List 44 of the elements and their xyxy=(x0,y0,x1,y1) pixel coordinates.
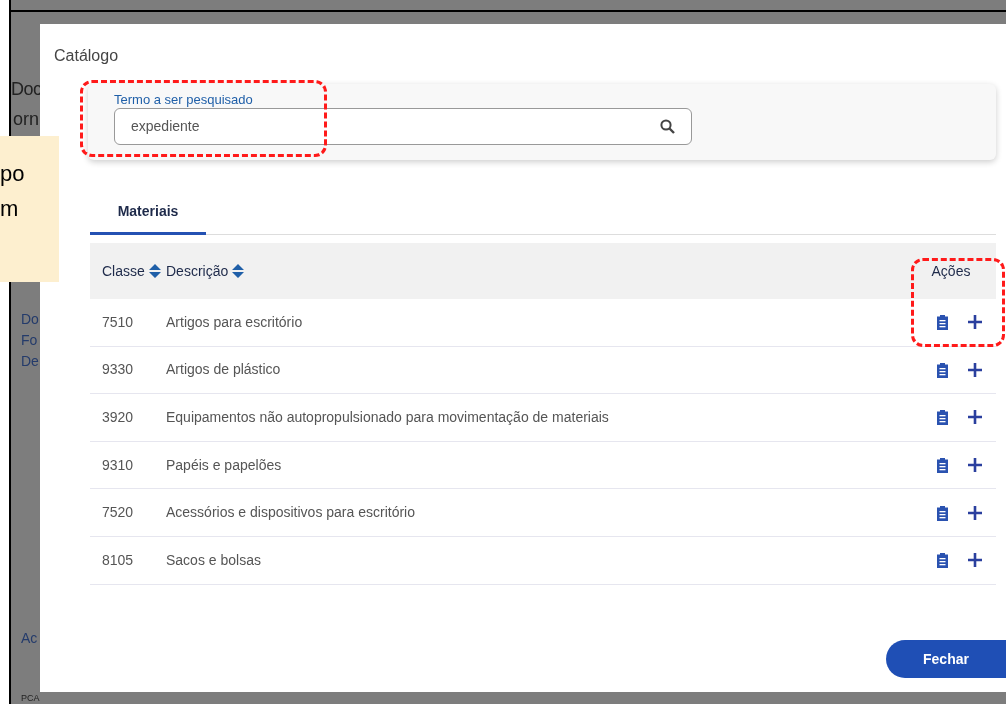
clipboard-icon[interactable] xyxy=(936,504,949,521)
search-field[interactable]: expediente xyxy=(114,108,692,145)
modal-title: Catálogo xyxy=(54,46,119,66)
table-cell-text: 8105 xyxy=(101,550,135,570)
search-icon[interactable] xyxy=(660,119,675,134)
clipboard-icon[interactable] xyxy=(936,457,949,474)
clipboard-icon[interactable] xyxy=(936,409,949,426)
sort-icon[interactable] xyxy=(148,264,161,278)
clipboard-icon[interactable] xyxy=(936,361,949,378)
table-cell-text: Sacos e bolsas xyxy=(166,550,262,570)
table-cell-text: 7520 xyxy=(101,503,135,523)
table-cell-text: 7510 xyxy=(101,312,135,332)
column-header: Classe xyxy=(102,261,145,281)
clipboard-icon[interactable] xyxy=(936,314,949,331)
column-header: Descrição xyxy=(166,261,229,281)
sidebar-link[interactable]: Ac xyxy=(21,631,38,645)
plus-icon[interactable] xyxy=(968,410,982,425)
clipboard-icon[interactable] xyxy=(936,552,949,569)
table-cell-text: 9310 xyxy=(101,455,135,475)
table-cell-text: Acessórios e dispositivos para escritório xyxy=(166,503,416,523)
sidebar-link[interactable]: Fo xyxy=(21,333,38,347)
callout-text: m xyxy=(0,195,19,223)
column-header: Ações xyxy=(931,261,971,281)
page-heading: PCA xyxy=(21,694,40,703)
table-cell-text: Artigos para escritório xyxy=(166,312,304,332)
plus-icon[interactable] xyxy=(968,553,982,568)
plus-icon[interactable] xyxy=(968,315,982,330)
table-cell-text: Artigos de plástico xyxy=(166,360,282,380)
close-button[interactable]: Fechar xyxy=(886,640,1006,678)
page-heading: Doc xyxy=(11,80,42,98)
table-cell-text: Equipamentos não autopropulsionado para movimentação de materiais xyxy=(166,408,610,427)
plus-icon[interactable] xyxy=(968,458,982,473)
sidebar-link[interactable]: Do xyxy=(21,312,39,326)
sidebar-link[interactable]: De xyxy=(21,354,39,368)
page-heading: orn xyxy=(13,110,39,128)
callout-text: po xyxy=(0,160,25,188)
tab[interactable]: Materiais xyxy=(90,190,206,235)
sort-icon[interactable] xyxy=(232,264,245,278)
plus-icon[interactable] xyxy=(968,362,982,377)
table-cell-text: Papéis e papelões xyxy=(166,455,283,475)
table-cell-text: 3920 xyxy=(101,408,135,427)
table-cell-text: 9330 xyxy=(101,360,135,380)
search-label: Termo a ser pesquisado xyxy=(114,91,253,109)
plus-icon[interactable] xyxy=(968,505,982,520)
